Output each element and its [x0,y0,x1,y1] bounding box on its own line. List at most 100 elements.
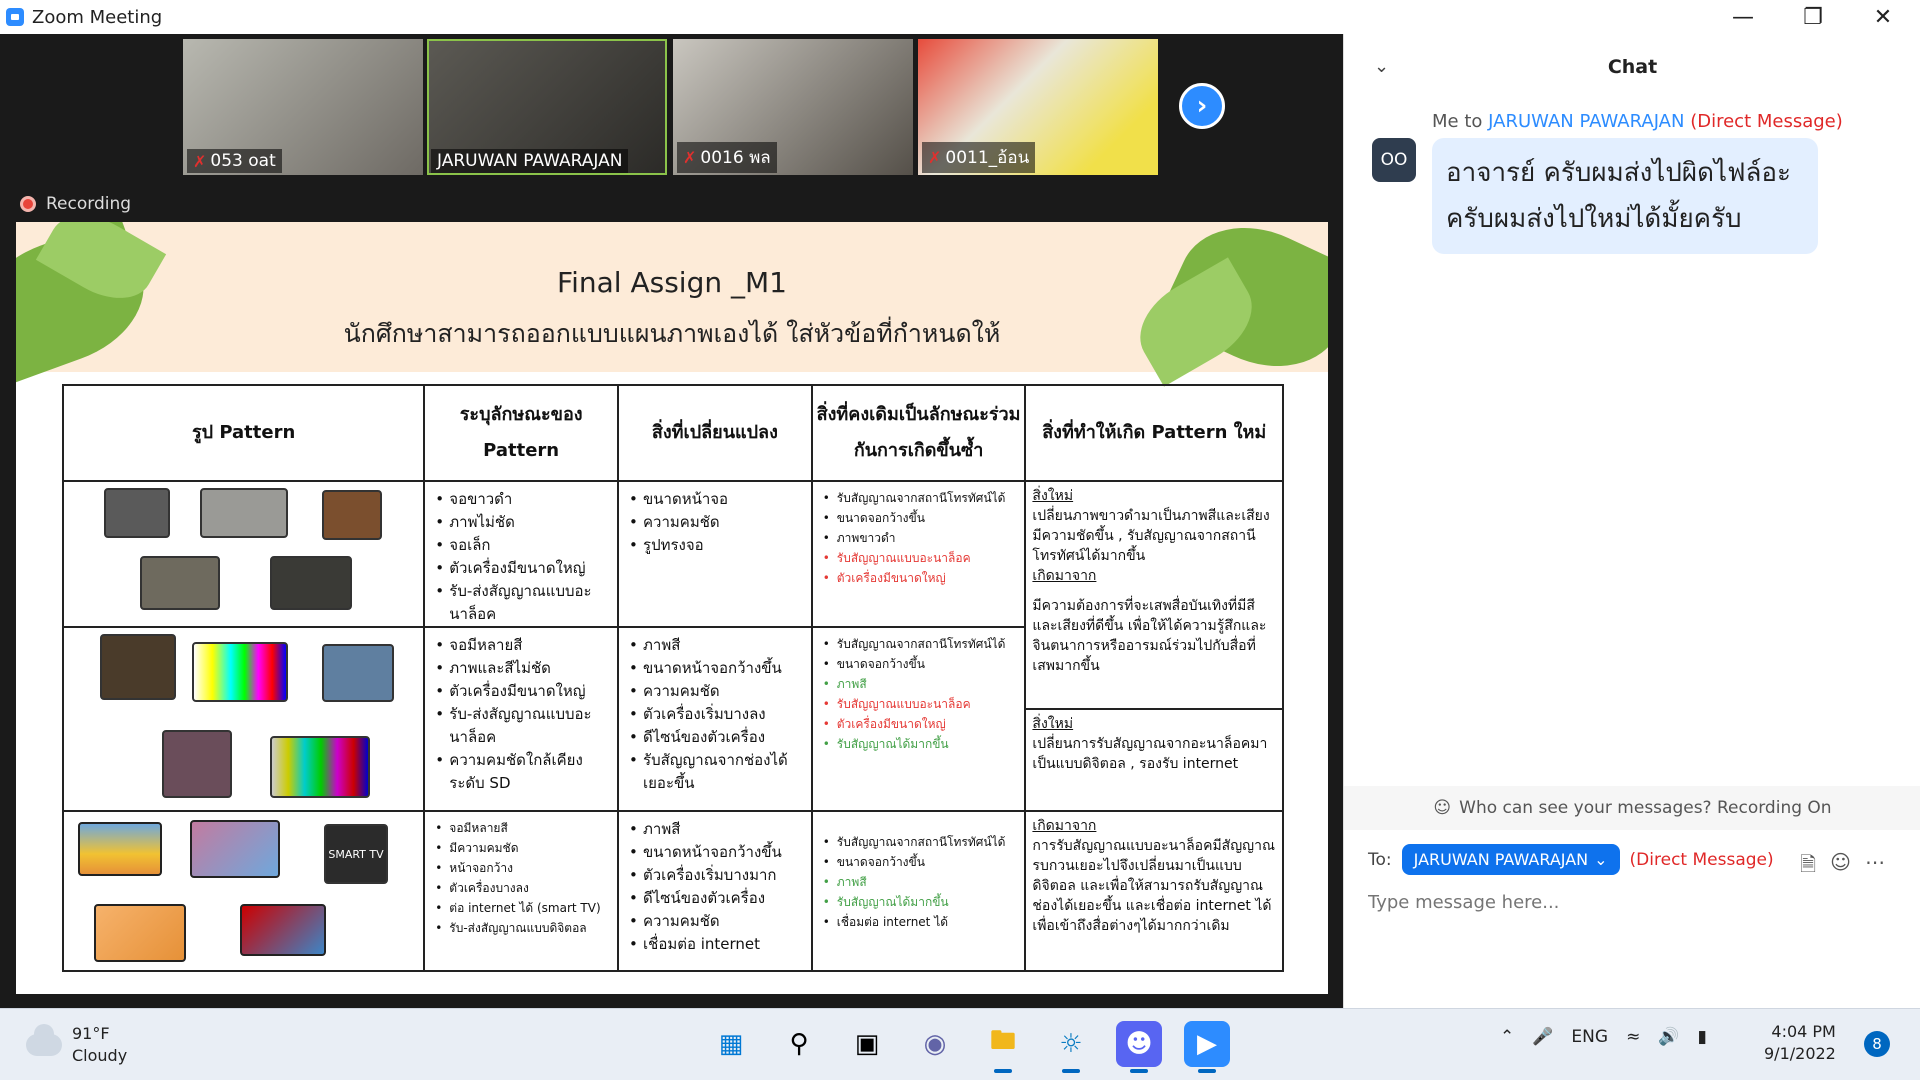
table-row: SMART TV จอมีหลายสี มีความคมชัด หน้าจอกว… [61,810,1284,972]
header-cell: สิ่งที่ทำให้เกิด Pattern ใหม่ [1024,384,1284,482]
list-item: รับสัญญาณแบบอะนาล็อค [823,548,1017,568]
wifi-icon[interactable]: ≈ [1626,1027,1640,1047]
discord-icon[interactable]: ☻ [1116,1021,1162,1073]
notification-badge[interactable]: 8 [1864,1031,1890,1057]
list-item: ความคมชัดใกล้เคียงระดับ SD [435,749,609,795]
close-button[interactable]: ✕ [1848,0,1918,34]
list-item: ภาพสี [629,634,803,657]
traits-cell: จอขาวดำ ภาพไม่ชัด จอเล็ก ตัวเครื่องมีขนา… [423,480,620,628]
participant-name: 0016 พล [700,148,771,168]
tv-image [190,820,280,878]
tv-image [100,634,176,700]
meta-recipient[interactable]: JARUWAN PAWARAJAN [1488,111,1684,132]
traits-cell: จอมีหลายสี ภาพและสีไม่ชัด ตัวเครื่องมีขน… [423,626,620,812]
list-item: ตัวเครื่องเริ่มบางมาก [629,864,803,887]
list-item: ตัวเครื่องมีขนาดใหญ่ [823,568,1017,588]
people-icon: ☺ [1433,798,1452,818]
clock-time: 4:04 PM [1771,1022,1836,1041]
taskbar: 91°F Cloudy ▦ ⚲ ▣ ◉ 🖿 ☼ ☻ ▶ ⌃ 🎤 ENG ≈ 🔊 … [0,1008,1920,1080]
weather-widget[interactable]: 91°F Cloudy [26,1023,127,1067]
participant-tile[interactable]: ✗ 053 oat [183,39,423,175]
maximize-button[interactable]: ❐ [1778,0,1848,34]
language-indicator[interactable]: ENG [1571,1027,1608,1047]
file-icon[interactable]: 🗎 [1800,850,1816,884]
clock[interactable]: 4:04 PM 9/1/2022 [1764,1021,1836,1065]
list-item: ภาพและสีไม่ชัด [435,657,609,680]
tv-image [104,488,170,538]
meeting-area: ✗ 053 oat JARUWAN PAWARAJAN ✗ 0016 พล ✗ 001… [0,34,1343,1008]
list-item: ตัวเครื่องเริ่มบางลง [629,703,803,726]
participant-tile-active[interactable]: JARUWAN PAWARAJAN [427,39,667,175]
header-cell: สิ่งที่เปลี่ยนแปลง [617,384,813,482]
microphone-icon[interactable]: 🎤 [1532,1027,1553,1047]
search-icon[interactable]: ⚲ [776,1021,822,1067]
smart-tv-image: SMART TV [324,824,388,884]
minimize-button[interactable]: — [1708,0,1778,34]
participant-tile[interactable]: ✗ 0011_อ้อน [918,39,1158,175]
participant-tile[interactable]: ✗ 0016 พล [673,39,913,175]
header-cell: ระบุลักษณะของ Pattern [423,384,620,482]
tv-image [140,556,220,610]
image-cell [61,626,426,812]
header-cell: รูป Pattern [61,384,426,482]
task-view-icon[interactable]: ▣ [844,1021,890,1067]
zoom-icon[interactable]: ▶ [1184,1021,1230,1073]
muted-mic-icon: ✗ [193,151,207,171]
volume-icon[interactable]: 🔊 [1658,1027,1679,1047]
start-icon[interactable]: ▦ [708,1021,754,1067]
privacy-notice[interactable]: ☺ Who can see your messages? Recording O… [1344,786,1920,830]
message-meta: Me to JARUWAN PAWARAJAN (Direct Message) [1432,111,1843,132]
title-bar: Zoom Meeting — ❐ ✕ [0,0,1920,34]
list-item: รับ-ส่งสัญญาณแบบอะนาล็อค [435,580,609,626]
chevron-up-icon[interactable]: ⌃ [1500,1027,1514,1047]
slide-subtitle: นักศึกษาสามารถออกแบบแผนภาพเองได้ ใส่หัวข… [343,319,1001,348]
battery-icon[interactable]: ▮ [1697,1027,1706,1047]
list-item: ภาพสี [823,674,1017,694]
new-label: สิ่งใหม่ [1032,488,1074,504]
list-item: ตัวเครื่องมีขนาดใหญ่ [435,680,609,703]
list-item: รับ-ส่งสัญญาณแบบอะนาล็อค [435,703,609,749]
list-item: รับสัญญาณจากสถานีโทรทัศน์ได้ [823,832,1017,852]
tv-image [270,556,352,610]
list-item: ภาพไม่ชัด [435,511,609,534]
list-item: รับสัญญาณแบบอะนาล็อค [823,694,1017,714]
list-item: ความคมชัด [629,680,803,703]
recording-indicator[interactable]: Recording [20,194,131,214]
privacy-text: Who can see your messages? Recording On [1459,798,1832,818]
message-input[interactable] [1368,892,1888,913]
list-item: ตัวเครื่องมีขนาดใหญ่ [435,557,609,580]
emoji-icon[interactable]: ☺ [1830,850,1851,884]
more-icon[interactable]: ⋯ [1865,850,1885,884]
teams-chat-icon[interactable]: ◉ [912,1021,958,1067]
next-participants-button[interactable]: › [1179,83,1225,129]
list-item: ภาพสี [823,872,1017,892]
changes-cell: ภาพสี ขนาดหน้าจอกว้างขึ้น ตัวเครื่องเริ่… [617,810,813,972]
recording-dot-icon [20,196,36,212]
tv-image [78,822,162,876]
list-item: ขนาดหน้าจอกว้างขึ้น [629,657,803,680]
chevron-down-icon: ⌄ [1594,850,1608,869]
list-item: รับสัญญาณจากช่องได้เยอะขึ้น [629,749,803,795]
chevron-right-icon: › [1196,91,1208,121]
list-item: เชื่อมต่อ internet ได้ [823,912,1017,932]
common-cell: รับสัญญาณจากสถานีโทรทัศน์ได้ ขนาดจอกว้าง… [810,626,1027,812]
chat-tools: 🗎 ☺ ⋯ [1800,850,1885,884]
list-item: จอเล็ก [435,534,609,557]
list-item: รับสัญญาณได้มากขึ้น [823,734,1017,754]
pattern-table: รูป Pattern ระบุลักษณะของ Pattern สิ่งที… [61,384,1284,972]
list-item: หน้าจอกว้าง [435,858,609,878]
cause-text: มีความต้องการที่จะเสพสื่อบันเทิงที่มีสีแ… [1032,598,1267,674]
participant-name: 053 oat [210,151,276,171]
recipient-value: JARUWAN PAWARAJAN [1413,850,1589,869]
recipient-select[interactable]: JARUWAN PAWARAJAN ⌄ [1401,844,1620,875]
meta-prefix: Me to [1432,111,1483,132]
edge-icon[interactable]: ☼ [1048,1021,1094,1073]
file-explorer-icon[interactable]: 🖿 [980,1021,1026,1073]
tv-image [322,644,394,702]
list-item: ตัวเครื่องมีขนาดใหญ่ [823,714,1017,734]
system-tray: ⌃ 🎤 ENG ≈ 🔊 ▮ [1500,1027,1707,1047]
chat-message[interactable]: อาจารย์ ครับผมส่งไปผิดไฟล์อะครับผมส่งไปใ… [1432,138,1818,254]
cause-label: เกิดมาจาก [1032,568,1097,584]
weather-condition: Cloudy [72,1046,128,1065]
new-text: เปลี่ยนภาพขาวดำมาเป็นภาพสีและเสียงมีความ… [1032,508,1270,564]
